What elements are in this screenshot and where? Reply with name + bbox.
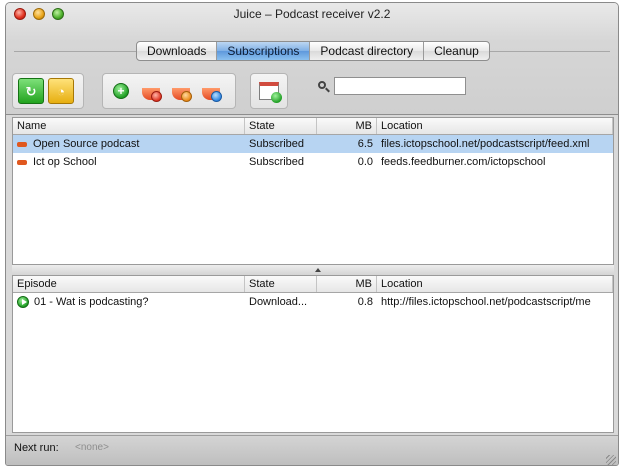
remove-feed-button[interactable] [138,78,164,104]
app-window: Juice – Podcast receiver v2.2 Downloads … [5,2,619,466]
tab-podcast-directory[interactable]: Podcast directory [310,42,425,60]
table-row[interactable]: 01 - Wat is podcasting? Download... 0.8 … [13,293,613,311]
toolbar-group-feeds: + [102,73,236,109]
table-row[interactable]: Open Source podcast Subscribed 6.5 files… [13,135,613,153]
tab-subscriptions[interactable]: Subscriptions [217,42,311,60]
feed-icon [17,141,27,147]
episode-mb: 0.8 [357,296,373,308]
toolbar-area: Juice – Podcast receiver v2.2 Downloads … [6,3,618,115]
table-row[interactable]: Ict op School Subscribed 0.0 feeds.feedb… [13,153,613,171]
episode-name: 01 - Wat is podcasting? [34,296,149,308]
feed-icon [17,159,27,165]
refresh-icon: ↻ [25,83,37,99]
subscription-state: Subscribed [249,156,305,168]
search-icon [318,81,326,89]
episode-location: http://files.ictopschool.net/podcastscri… [381,296,591,308]
tab-cleanup[interactable]: Cleanup [424,42,489,60]
column-header-name[interactable]: Name [13,118,245,134]
subscription-mb: 6.5 [357,138,373,150]
schedule-icon: ◔ [57,83,65,99]
column-header-mb[interactable]: MB [317,118,377,134]
feed-settings-icon [181,91,192,102]
column-header-state[interactable]: State [245,118,317,134]
check-schedule-icon [259,82,282,103]
toolbar-group-check [250,73,288,109]
column-header-location[interactable]: Location [377,276,613,292]
toolbar-group-primary: ↻ ◔ [12,73,84,109]
episodes-table: Episode State MB Location 01 - Wat is po… [12,275,614,433]
column-header-state[interactable]: State [245,276,317,292]
check-schedule-button[interactable] [256,78,282,104]
title-bar: Juice – Podcast receiver v2.2 [6,3,618,25]
remove-feed-icon [151,91,162,102]
play-icon [17,296,29,308]
tab-bar: Downloads Subscriptions Podcast director… [136,41,490,61]
next-run-value: <none> [75,442,109,453]
feed-settings-button[interactable] [168,78,194,104]
pane-splitter[interactable] [12,265,614,275]
episode-state: Download... [249,296,308,308]
search-input[interactable] [334,77,466,95]
subscriptions-header: Name State MB Location [13,118,613,135]
tab-downloads[interactable]: Downloads [137,42,218,60]
refresh-button[interactable]: ↻ [18,78,44,104]
resize-grip-icon[interactable] [606,455,616,465]
schedule-button[interactable]: ◔ [48,78,74,104]
add-feed-button[interactable]: + [108,78,134,104]
column-header-mb[interactable]: MB [317,276,377,292]
splitter-grip-icon [315,268,321,272]
episodes-header: Episode State MB Location [13,276,613,293]
window-title: Juice – Podcast receiver v2.2 [233,7,391,21]
subscription-location: files.ictopschool.net/podcastscript/feed… [381,138,590,150]
feed-info-icon [211,91,222,102]
subscription-name: Ict op School [33,156,97,168]
column-header-episode[interactable]: Episode [13,276,245,292]
next-run-label: Next run: [14,442,59,454]
feed-info-button[interactable] [198,78,224,104]
subscriptions-table: Name State MB Location Open Source podca… [12,117,614,265]
subscription-mb: 0.0 [357,156,373,168]
subscription-state: Subscribed [249,138,305,150]
column-header-location[interactable]: Location [377,118,613,134]
status-bar: Next run: <none> [6,435,618,465]
subscription-location: feeds.feedburner.com/ictopschool [381,156,546,168]
subscription-name: Open Source podcast [33,138,140,150]
